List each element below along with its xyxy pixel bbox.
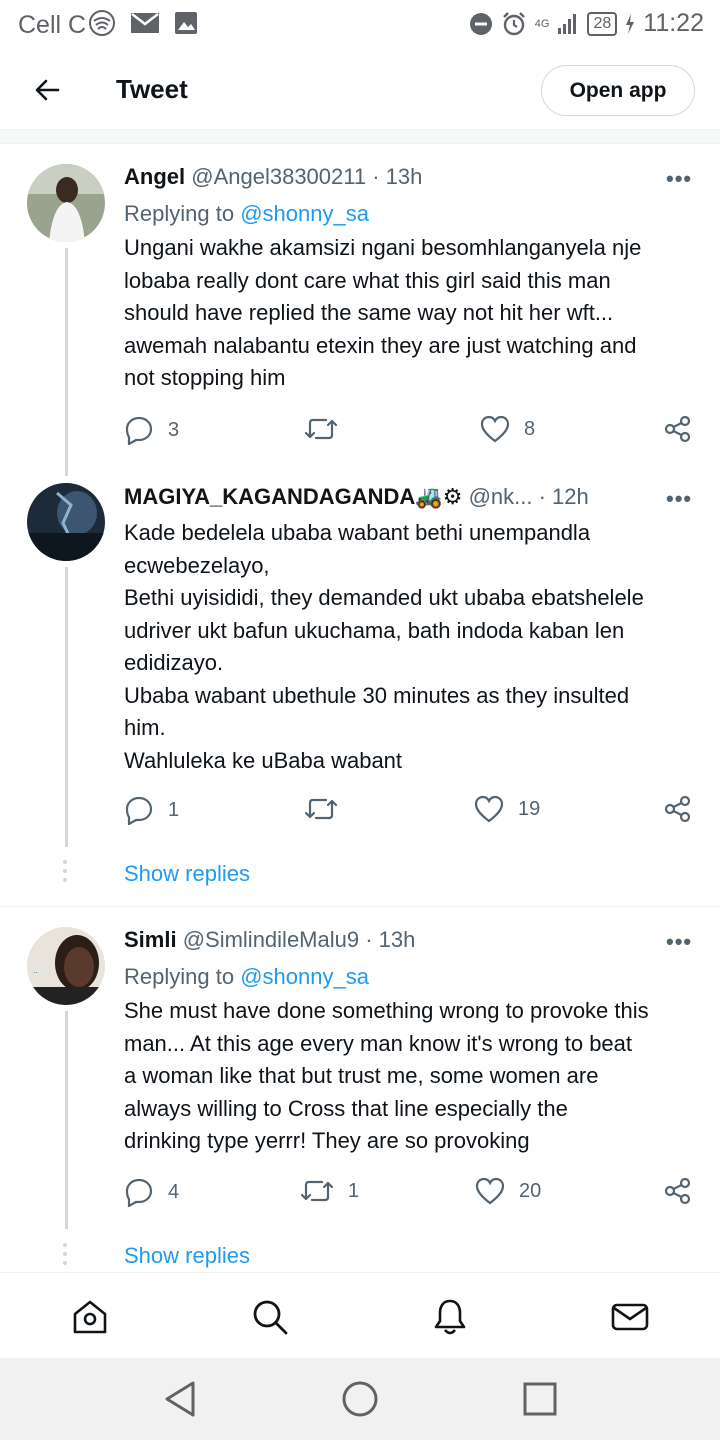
svg-text:..: ..: [33, 966, 38, 975]
author-name[interactable]: Angel: [124, 164, 185, 189]
recents-square-icon: [523, 1382, 557, 1416]
retweet-icon: [304, 418, 338, 440]
reply-button[interactable]: 4: [124, 1177, 179, 1207]
share-icon: [664, 415, 691, 443]
share-icon: [664, 1177, 691, 1205]
mail-icon: [611, 1303, 649, 1331]
thread-line: [65, 1011, 68, 1229]
bell-icon: [434, 1299, 466, 1335]
retweet-icon: [304, 798, 338, 820]
nav-home[interactable]: [70, 1297, 110, 1337]
like-count: 8: [524, 417, 536, 440]
mail-notification-icon: [131, 13, 159, 33]
more-options-button[interactable]: •••: [666, 166, 692, 192]
reply-count: 3: [168, 418, 180, 441]
author-meta: @nk... · 12h: [468, 484, 589, 509]
retweet-icon: [300, 1180, 334, 1202]
page-title: Tweet: [116, 74, 188, 104]
nav-messages[interactable]: [610, 1297, 650, 1337]
thread-line: [65, 248, 68, 476]
system-back-button[interactable]: [162, 1379, 198, 1424]
heart-icon: [475, 1177, 505, 1205]
home-circle-icon: [342, 1381, 378, 1417]
like-button[interactable]: 19: [474, 795, 540, 823]
alarm-icon: [502, 11, 525, 35]
dnd-icon: [469, 12, 492, 35]
more-options-button[interactable]: •••: [666, 486, 692, 512]
gallery-notification-icon: [175, 12, 197, 34]
share-icon: [664, 795, 691, 823]
thread-line: [65, 567, 68, 847]
tweet-magiya[interactable]: MAGIYA_KAGANDAGANDA🚜⚙ @nk... · 12h ••• K…: [0, 470, 720, 906]
show-replies-link[interactable]: Show replies: [124, 1243, 250, 1269]
heart-icon: [480, 415, 510, 443]
status-bar: Cell C 4G 28 11:22: [0, 0, 720, 50]
like-count: 19: [518, 797, 541, 820]
retweet-button[interactable]: [304, 415, 352, 443]
show-replies-link[interactable]: Show replies: [124, 861, 250, 887]
carrier-label: Cell C: [18, 11, 87, 39]
author-meta: @SimlindileMalu9 · 13h: [182, 927, 416, 952]
tweet-simli[interactable]: .. Simli @SimlindileMalu9 · 13h ••• Repl…: [0, 907, 720, 1272]
reply-button[interactable]: 3: [124, 415, 179, 445]
avatar[interactable]: [27, 483, 105, 561]
back-triangle-icon: [165, 1381, 195, 1417]
tweet-actions: 1 19: [124, 795, 700, 827]
open-app-button[interactable]: Open app: [541, 65, 695, 116]
clock: 11:22: [643, 9, 704, 37]
speech-bubble-icon: [125, 416, 153, 445]
thread-dots: [63, 860, 69, 887]
top-app-bar: Tweet Open app: [0, 50, 720, 130]
thread-dots: [63, 1243, 69, 1270]
retweet-count: 1: [348, 1179, 360, 1202]
more-options-button[interactable]: •••: [666, 929, 692, 955]
home-icon: [73, 1300, 107, 1334]
tweet-angel[interactable]: Angel @Angel38300211 · 13h ••• Replying …: [0, 144, 720, 476]
like-button[interactable]: 20: [475, 1177, 541, 1205]
retweet-button[interactable]: 1: [300, 1177, 359, 1205]
arrow-left-icon: [35, 79, 60, 101]
network-type: 4G: [534, 17, 550, 30]
signal-icon: [558, 13, 577, 34]
tweet-actions: 4 1 20: [124, 1177, 700, 1209]
search-icon: [253, 1300, 288, 1335]
share-button[interactable]: [664, 415, 692, 443]
replying-to: Replying to @shonny_sa: [124, 201, 369, 226]
bottom-nav: [0, 1272, 720, 1358]
speech-bubble-icon: [125, 1178, 153, 1207]
author-meta: @Angel38300211 · 13h: [191, 164, 423, 189]
replying-to: Replying to @shonny_sa: [124, 964, 369, 989]
retweet-button[interactable]: [304, 795, 352, 823]
replying-handle-link[interactable]: @shonny_sa: [240, 964, 369, 989]
avatar[interactable]: [27, 164, 105, 242]
like-count: 20: [519, 1179, 542, 1202]
tweet-actions: 3 8: [124, 415, 700, 447]
share-button[interactable]: [664, 795, 692, 823]
author-name[interactable]: Simli: [124, 927, 177, 952]
author-name[interactable]: MAGIYA_KAGANDAGANDA🚜⚙: [124, 484, 462, 509]
section-spacer: [0, 130, 720, 144]
tweet-text: Kade bedelela ubaba wabant bethi unempan…: [124, 520, 644, 773]
reply-count: 4: [168, 1180, 180, 1203]
reply-button[interactable]: 1: [124, 795, 179, 825]
like-button[interactable]: 8: [480, 415, 535, 443]
system-recents-button[interactable]: [522, 1379, 558, 1424]
tweet-text: Ungani wakhe akamsizi ngani besomhlangan…: [124, 235, 642, 390]
speech-bubble-icon: [125, 796, 153, 825]
system-home-button[interactable]: [341, 1379, 379, 1424]
avatar[interactable]: ..: [27, 927, 105, 1005]
nav-notifications[interactable]: [430, 1297, 470, 1337]
nav-search[interactable]: [250, 1297, 290, 1337]
charging-icon: [626, 13, 635, 34]
tweet-text: She must have done something wrong to pr…: [124, 998, 649, 1153]
carrier-logo-icon: [89, 10, 115, 36]
reply-count: 1: [168, 798, 180, 821]
replying-handle-link[interactable]: @shonny_sa: [240, 201, 369, 226]
battery-level: 28: [587, 11, 618, 36]
share-button[interactable]: [664, 1177, 692, 1205]
system-nav-bar: [0, 1358, 720, 1440]
back-button[interactable]: [30, 74, 66, 106]
heart-icon: [474, 795, 504, 823]
